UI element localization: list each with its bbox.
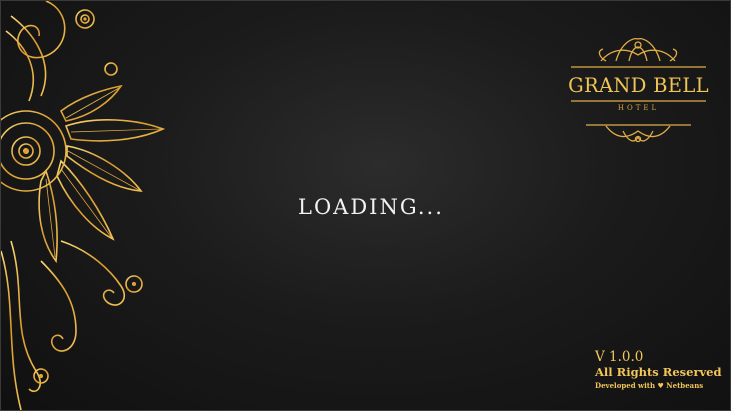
developed-line: Developed with ♥ Netbeans: [595, 380, 722, 392]
heart-icon: ♥: [657, 381, 664, 390]
hotel-logo: GRAND BELL HOTEL: [561, 31, 716, 146]
developed-prefix: Developed with: [595, 381, 656, 390]
developed-suffix: Netbeans: [666, 381, 704, 390]
brand-subtitle: HOTEL: [617, 104, 660, 112]
rights-label: All Rights Reserved: [595, 365, 722, 379]
floral-mandala-ornament: [1, 1, 166, 410]
splash-screen: LOADING... GRAND BELL HOTEL V 1.0.0 All …: [0, 0, 731, 411]
version-label: V 1.0.0: [595, 349, 644, 365]
brand-name: GRAND BELL: [568, 74, 709, 97]
footer-info: V 1.0.0 All Rights Reserved Developed wi…: [595, 349, 722, 392]
loading-label: LOADING...: [298, 195, 444, 219]
